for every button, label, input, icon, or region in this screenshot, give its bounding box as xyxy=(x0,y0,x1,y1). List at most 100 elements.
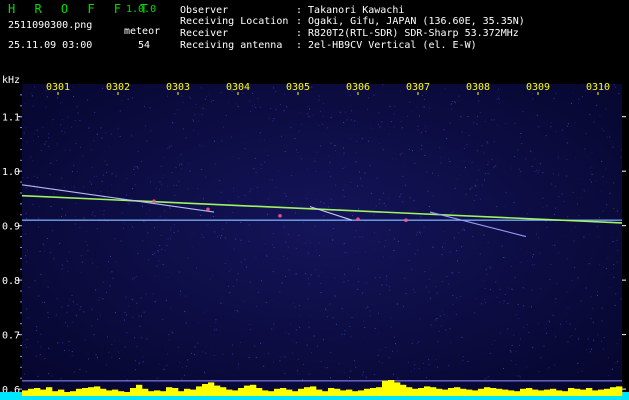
noise-dot xyxy=(612,241,614,243)
noise-dot xyxy=(426,377,428,378)
noise-dot xyxy=(249,191,251,193)
noise-dot xyxy=(487,142,489,144)
noise-dot xyxy=(160,234,162,236)
noise-dot xyxy=(553,334,555,335)
noise-dot xyxy=(355,230,357,232)
noise-dot xyxy=(442,246,443,248)
noise-dot xyxy=(67,270,69,272)
signal-bar xyxy=(76,388,83,396)
noise-dot xyxy=(442,281,444,282)
noise-dot xyxy=(520,133,522,134)
noise-dot xyxy=(385,205,387,207)
noise-dot xyxy=(381,121,383,123)
noise-dot xyxy=(171,331,173,333)
noise-dot xyxy=(367,186,369,188)
noise-dot xyxy=(354,120,356,122)
noise-dot xyxy=(555,207,557,209)
noise-dot xyxy=(578,102,580,104)
noise-dot xyxy=(602,266,604,268)
noise-dot xyxy=(160,165,162,167)
noise-dot xyxy=(202,351,204,353)
noise-dot xyxy=(378,361,380,363)
noise-dot xyxy=(376,177,378,179)
noise-dot xyxy=(357,288,359,290)
noise-dot xyxy=(483,152,485,154)
noise-dot xyxy=(326,221,328,223)
noise-dot xyxy=(26,141,28,143)
noise-dot xyxy=(325,308,326,310)
noise-dot xyxy=(220,237,222,239)
noise-dot xyxy=(510,167,512,169)
noise-dot xyxy=(224,237,226,239)
noise-dot xyxy=(177,109,179,111)
noise-dot xyxy=(454,102,456,104)
noise-dot xyxy=(483,234,485,236)
noise-dot xyxy=(61,130,63,132)
noise-dot xyxy=(355,251,357,253)
noise-dot xyxy=(367,306,369,308)
noise-dot xyxy=(385,347,387,349)
noise-dot xyxy=(538,169,540,171)
signal-bar xyxy=(148,391,155,396)
noise-dot xyxy=(232,353,234,355)
noise-dot xyxy=(355,161,357,163)
noise-dot xyxy=(202,313,204,315)
noise-dot xyxy=(461,131,463,133)
noise-dot xyxy=(556,282,558,284)
noise-dot xyxy=(548,367,550,369)
observer-value: : Takanori Kawachi xyxy=(296,5,405,16)
noise-dot xyxy=(152,293,154,295)
noise-dot xyxy=(96,357,98,359)
noise-dot xyxy=(131,299,133,301)
noise-dot xyxy=(263,365,265,367)
noise-dot xyxy=(362,371,364,373)
noise-dot xyxy=(378,312,379,314)
noise-dot xyxy=(522,307,524,309)
signal-bar xyxy=(220,387,227,396)
noise-dot xyxy=(514,156,516,157)
noise-dot xyxy=(566,142,568,144)
noise-dot xyxy=(542,197,544,199)
noise-dot xyxy=(96,133,98,135)
noise-dot xyxy=(64,350,65,351)
noise-dot xyxy=(283,226,285,228)
noise-dot xyxy=(574,267,576,269)
noise-dot xyxy=(26,339,28,341)
noise-dot xyxy=(186,365,188,367)
noise-dot xyxy=(76,303,78,305)
noise-dot xyxy=(142,356,144,358)
noise-dot xyxy=(572,192,574,193)
noise-dot xyxy=(79,227,81,229)
noise-dot xyxy=(115,312,116,314)
noise-dot xyxy=(365,282,367,284)
signal-bar xyxy=(388,380,395,396)
noise-dot xyxy=(67,325,69,327)
noise-dot xyxy=(454,100,456,102)
meteor-head xyxy=(152,199,156,203)
noise-dot xyxy=(341,308,343,310)
signal-bar xyxy=(298,388,305,396)
noise-dot xyxy=(273,246,275,248)
noise-dot xyxy=(561,193,563,195)
signal-bar xyxy=(532,389,539,396)
noise-dot xyxy=(552,314,554,316)
noise-dot xyxy=(214,329,215,331)
noise-dot xyxy=(285,241,286,243)
signal-bar xyxy=(88,387,95,396)
noise-dot xyxy=(137,151,139,152)
noise-dot xyxy=(322,103,324,105)
noise-dot xyxy=(428,291,430,293)
noise-dot xyxy=(443,314,445,316)
signal-bar xyxy=(304,387,311,396)
noise-dot xyxy=(295,273,297,275)
noise-dot xyxy=(449,213,451,215)
noise-dot xyxy=(290,126,292,128)
noise-dot xyxy=(592,321,594,323)
observer-key: Observer xyxy=(180,5,229,16)
noise-dot xyxy=(476,123,478,125)
noise-dot xyxy=(283,110,285,112)
noise-dot xyxy=(575,226,577,228)
noise-dot xyxy=(567,125,568,127)
noise-dot xyxy=(614,86,616,88)
noise-dot xyxy=(554,244,556,246)
